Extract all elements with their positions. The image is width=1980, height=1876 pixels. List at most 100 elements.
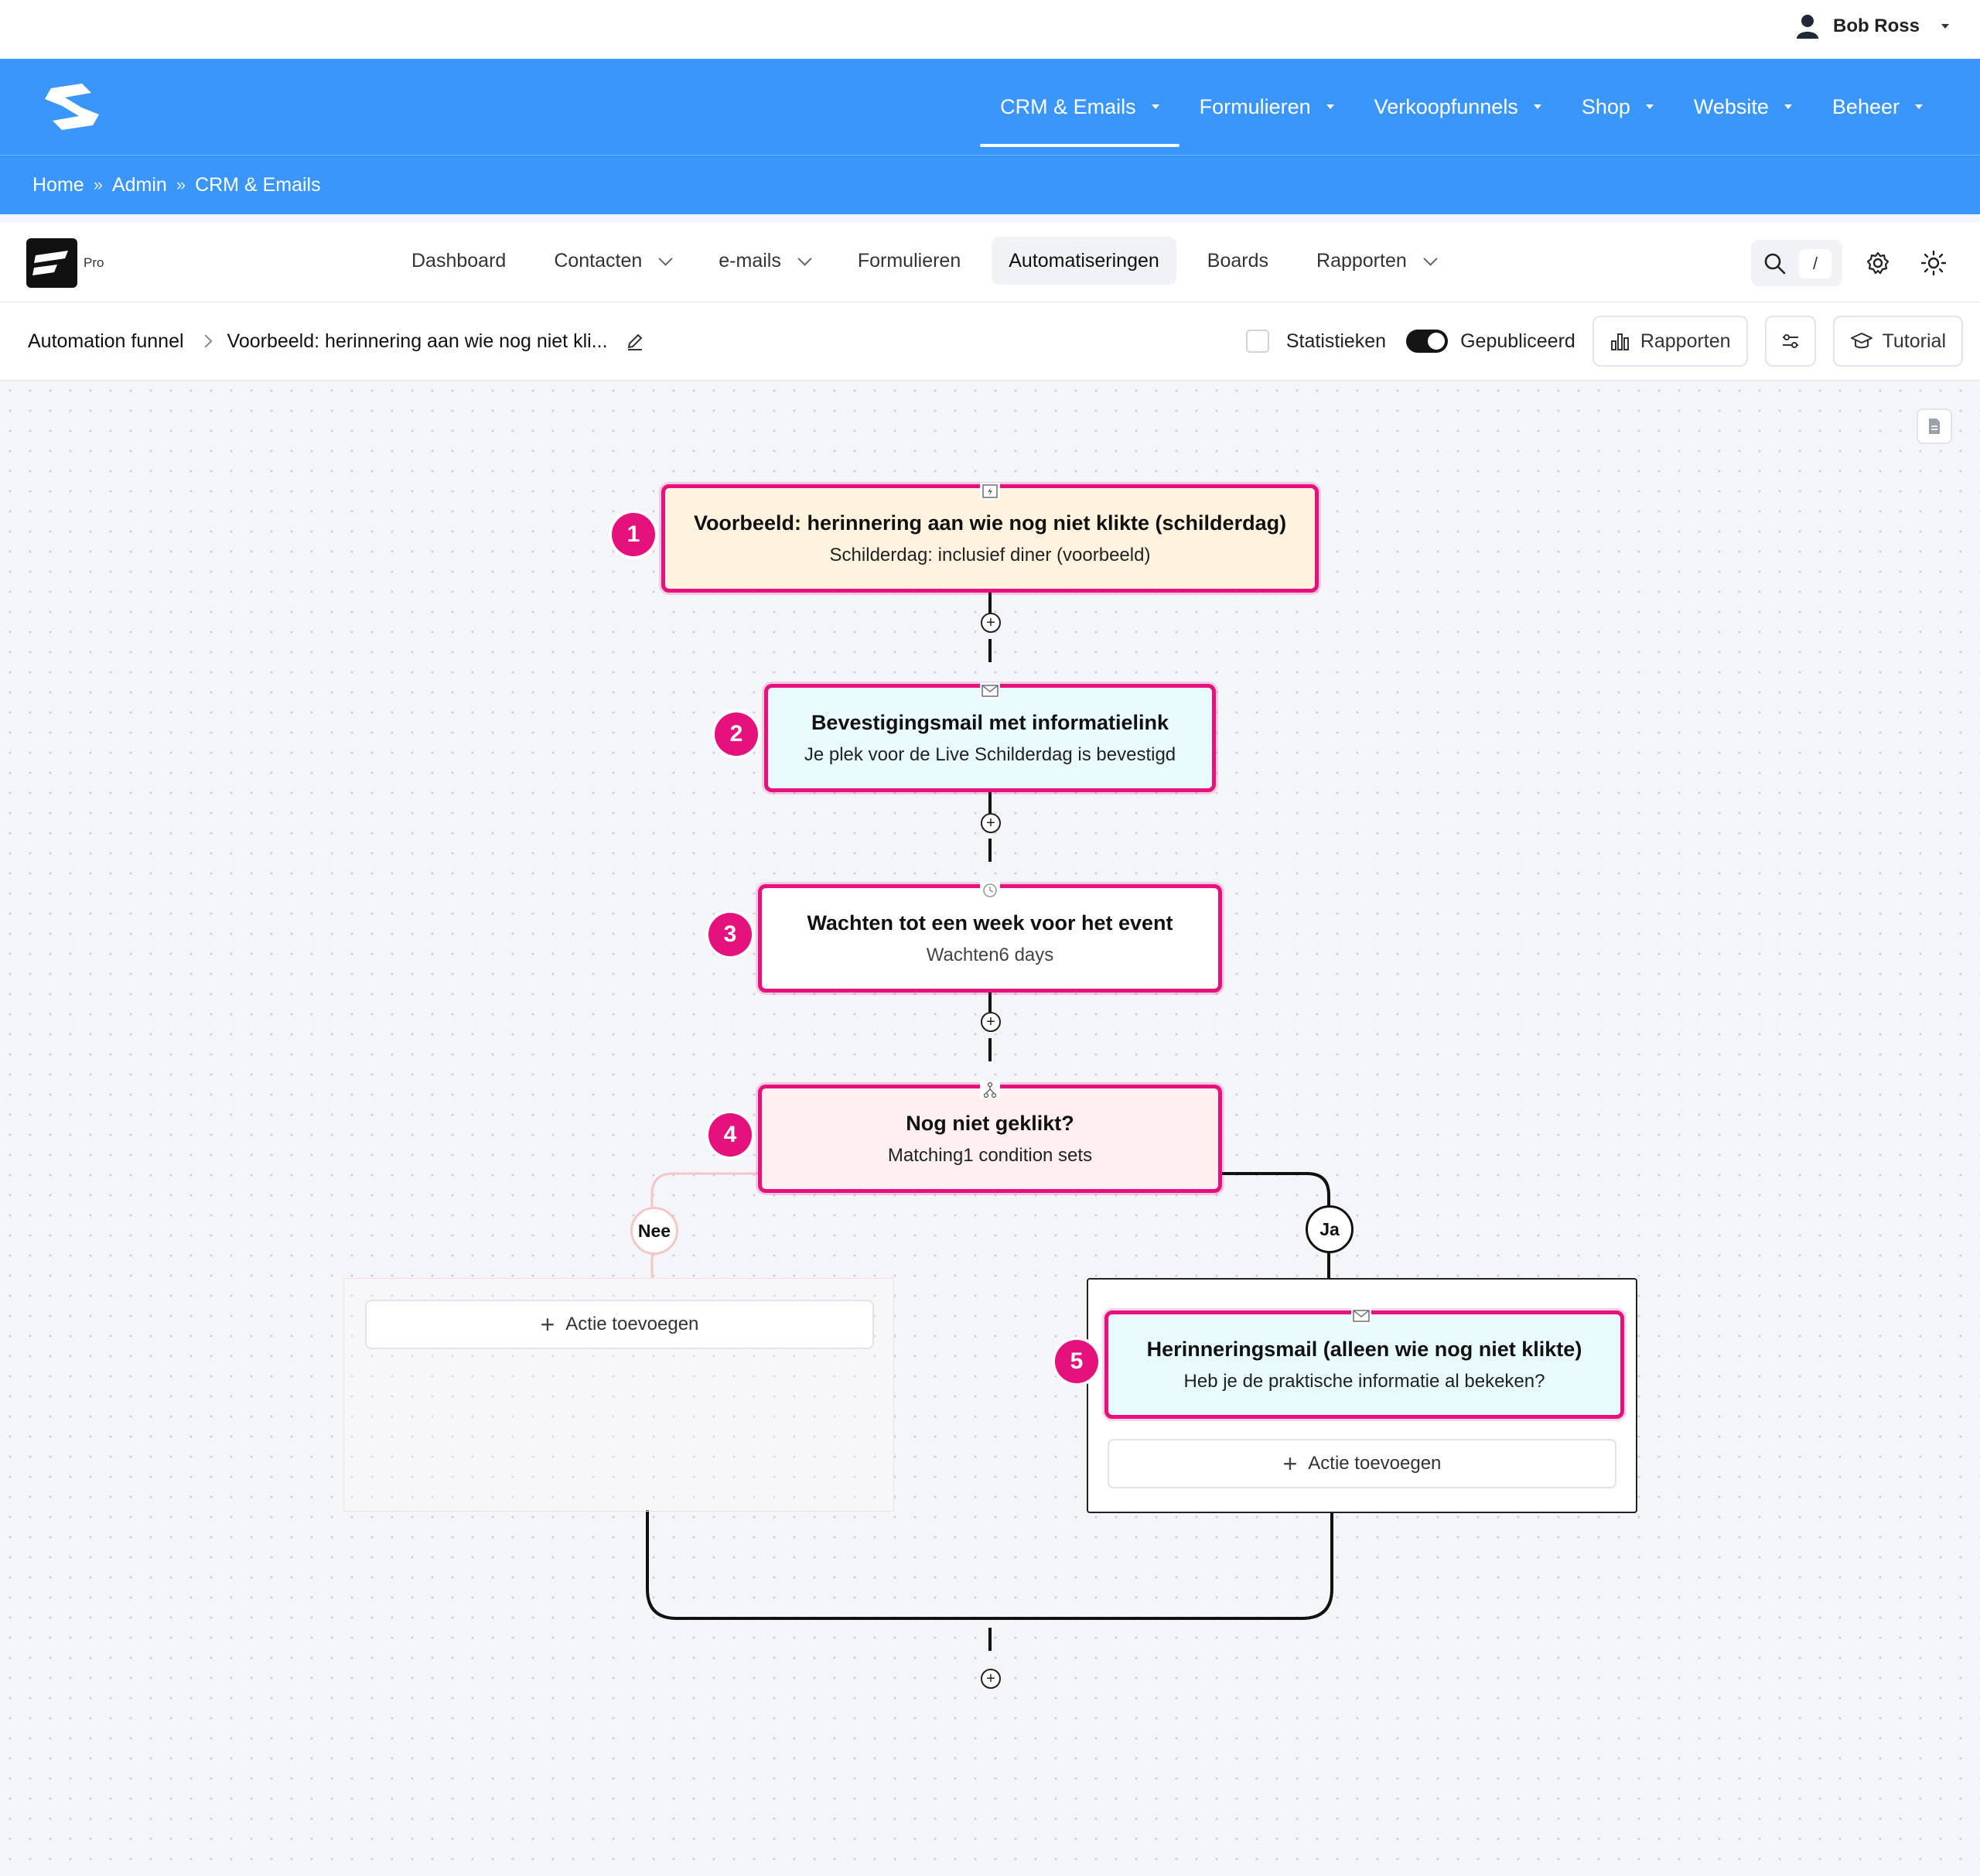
flow-canvas[interactable]: + + + + + Actie toevoegen Nee Ja + Actie… xyxy=(0,381,1980,1876)
bar-chart-icon xyxy=(1610,333,1629,350)
menu-shop[interactable]: Shop xyxy=(1562,59,1674,155)
search-icon xyxy=(1764,253,1786,275)
step-reminder-email[interactable]: Herinneringsmail (alleen wie nog niet kl… xyxy=(1104,1310,1624,1419)
branch-label-yes[interactable]: Ja xyxy=(1306,1205,1354,1253)
funnel-title: Voorbeeld: herinnering aan wie nog niet … xyxy=(227,330,608,352)
tab-label: Dashboard xyxy=(411,249,507,272)
add-action-button-no[interactable]: + Actie toevoegen xyxy=(365,1300,874,1349)
menu-label: Website xyxy=(1693,94,1769,118)
chevron-down-icon xyxy=(1941,24,1949,29)
step-wait[interactable]: Wachten tot een week voor het event Wach… xyxy=(758,884,1222,993)
chevron-right-icon xyxy=(199,334,213,348)
menu-crm-emails[interactable]: CRM & Emails xyxy=(980,59,1179,155)
tab-label: Boards xyxy=(1207,249,1269,272)
search-shortcut-key: / xyxy=(1799,249,1832,278)
funnel-root-link[interactable]: Automation funnel xyxy=(28,330,184,353)
breadcrumb: Home » Admin » CRM & Emails xyxy=(32,155,321,214)
tab-emails[interactable]: e-mails xyxy=(702,237,827,285)
breadcrumb-separator: » xyxy=(176,175,186,194)
app-logo-icon[interactable] xyxy=(26,238,77,288)
add-action-label: Actie toevoegen xyxy=(565,1314,699,1334)
add-action-button-yes[interactable]: + Actie toevoegen xyxy=(1108,1439,1616,1488)
trigger-icon xyxy=(980,483,1000,500)
step-subtitle: Heb je de praktische informatie al bekek… xyxy=(1183,1370,1545,1392)
caret-down-icon xyxy=(1784,104,1792,109)
step-title: Bevestigingsmail met informatielink xyxy=(811,710,1169,734)
tab-dashboard[interactable]: Dashboard xyxy=(394,237,523,285)
breadcrumb-home[interactable]: Home xyxy=(32,174,84,196)
step-number-badge: 5 xyxy=(1055,1340,1098,1383)
sun-icon[interactable] xyxy=(1920,249,1948,277)
tab-formulieren[interactable]: Formulieren xyxy=(841,237,978,285)
clock-icon xyxy=(980,882,1000,899)
tab-label: e-mails xyxy=(719,249,781,272)
tutorial-button[interactable]: Tutorial xyxy=(1832,316,1963,367)
step-confirmation-email[interactable]: Bevestigingsmail met informatielink Je p… xyxy=(764,684,1216,792)
user-bar: Bob Ross xyxy=(0,0,1980,59)
published-label: Gepubliceerd xyxy=(1460,330,1575,352)
menu-website[interactable]: Website xyxy=(1674,59,1812,155)
breadcrumb-bar: Home » Admin » CRM & Emails xyxy=(0,155,1980,214)
branch-label-no[interactable]: Nee xyxy=(630,1207,678,1255)
chevron-down-icon xyxy=(1423,251,1438,266)
branch-icon xyxy=(980,1082,1000,1099)
settings-sliders-button[interactable] xyxy=(1764,316,1816,367)
step-title: Herinneringsmail (alleen wie nog niet kl… xyxy=(1146,1337,1582,1361)
funnel-breadcrumb: Automation funnel Voorbeeld: herinnering… xyxy=(28,302,645,380)
menu-label: Formulieren xyxy=(1199,94,1311,118)
chevron-down-icon xyxy=(658,251,673,266)
tab-automatiseringen[interactable]: Automatiseringen xyxy=(992,237,1176,285)
user-menu[interactable]: Bob Ross xyxy=(1796,14,1949,39)
breadcrumb-separator: » xyxy=(93,175,103,194)
step-condition[interactable]: Nog niet geklikt? Matching1 condition se… xyxy=(758,1085,1222,1193)
tutorial-label: Tutorial xyxy=(1882,330,1946,352)
step-title: Wachten tot een week voor het event xyxy=(807,911,1173,935)
statistics-checkbox[interactable] xyxy=(1245,330,1269,353)
menu-verkoopfunnels[interactable]: Verkoopfunnels xyxy=(1354,59,1562,155)
menu-label: Beheer xyxy=(1832,94,1900,118)
menu-label: Verkoopfunnels xyxy=(1374,94,1518,118)
caret-down-icon xyxy=(1533,104,1541,109)
main-navbar: CRM & Emails Formulieren Verkoopfunnels … xyxy=(0,59,1980,155)
breadcrumb-admin[interactable]: Admin xyxy=(112,174,167,196)
brand-logo-icon[interactable] xyxy=(37,82,107,132)
breadcrumb-crm[interactable]: CRM & Emails xyxy=(195,174,321,196)
plus-icon: + xyxy=(540,1310,555,1338)
user-name: Bob Ross xyxy=(1832,15,1920,36)
main-menu: CRM & Emails Formulieren Verkoopfunnels … xyxy=(980,59,1943,155)
step-number-badge: 1 xyxy=(612,513,655,556)
app-nav: Dashboard Contacten e-mails Formulieren … xyxy=(394,235,1453,286)
mail-icon xyxy=(1351,1307,1371,1324)
pencil-icon[interactable] xyxy=(625,331,645,351)
mail-icon xyxy=(980,682,1000,699)
add-step-button[interactable]: + xyxy=(981,1669,1001,1689)
reports-label: Rapporten xyxy=(1640,330,1731,352)
user-icon xyxy=(1796,15,1818,39)
step-number-badge: 2 xyxy=(715,712,758,756)
gear-icon[interactable] xyxy=(1866,251,1890,275)
sliders-icon xyxy=(1782,334,1798,348)
plus-icon: + xyxy=(1282,1450,1298,1478)
step-subtitle: Je plek voor de Live Schilderdag is beve… xyxy=(804,743,1176,765)
step-title: Nog niet geklikt? xyxy=(906,1111,1074,1135)
graduation-cap-icon xyxy=(1850,333,1872,349)
step-subtitle: Matching1 condition sets xyxy=(887,1144,1093,1166)
caret-down-icon xyxy=(1326,104,1334,109)
menu-label: CRM & Emails xyxy=(1000,94,1136,118)
tab-boards[interactable]: Boards xyxy=(1190,237,1285,285)
tab-label: Automatiseringen xyxy=(1009,249,1159,272)
tab-rapporten[interactable]: Rapporten xyxy=(1299,237,1453,285)
tab-label: Contacten xyxy=(554,249,643,272)
chevron-down-icon xyxy=(797,251,812,266)
pro-label: Pro xyxy=(84,255,104,270)
menu-beheer[interactable]: Beheer xyxy=(1812,59,1943,155)
step-trigger[interactable]: Voorbeeld: herinnering aan wie nog niet … xyxy=(661,484,1319,593)
published-toggle[interactable] xyxy=(1406,330,1449,353)
tab-label: Rapporten xyxy=(1316,249,1407,272)
step-subtitle: Wachten6 days xyxy=(926,944,1054,965)
reports-button[interactable]: Rapporten xyxy=(1592,316,1748,367)
tab-contacten[interactable]: Contacten xyxy=(537,237,688,285)
funnel-header: Automation funnel Voorbeeld: herinnering… xyxy=(0,302,1980,381)
menu-formulieren[interactable]: Formulieren xyxy=(1179,59,1354,155)
funnel-actions: Statistieken Gepubliceerd Rapporten Tuto… xyxy=(1245,316,1963,367)
